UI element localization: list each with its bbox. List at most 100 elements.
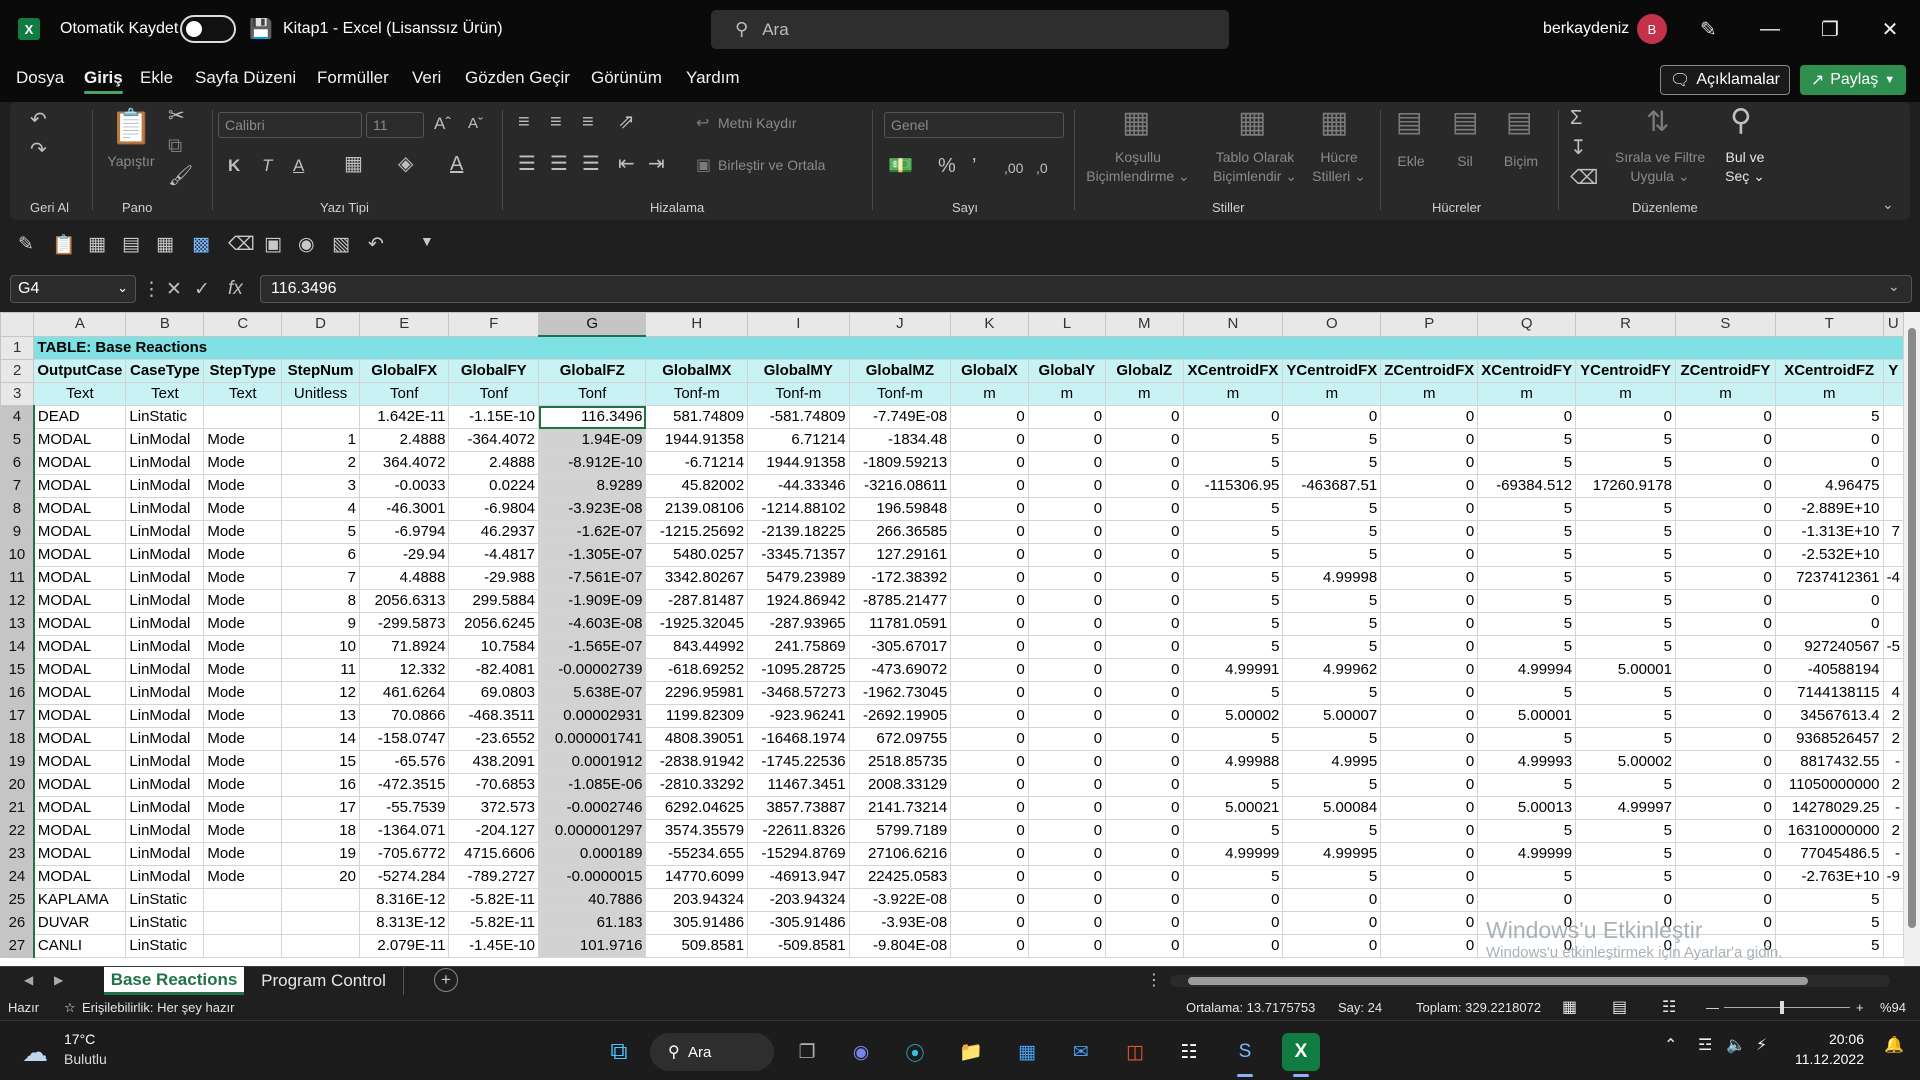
taskbar-search[interactable]: ⚲ Ara	[650, 1033, 774, 1071]
header-cell[interactable]: StepType	[203, 359, 283, 383]
cell[interactable]: -287.93965	[747, 612, 850, 636]
cell[interactable]: 12	[281, 681, 360, 705]
cell[interactable]: -5274.284	[358, 865, 450, 889]
cell[interactable]: 0	[1027, 796, 1107, 820]
cell[interactable]: 2	[1882, 773, 1904, 797]
cell[interactable]: LinModal	[125, 773, 205, 797]
cell[interactable]: 5	[1575, 497, 1676, 521]
cell[interactable]: 0	[1380, 911, 1479, 935]
column-header-k[interactable]: K	[950, 312, 1029, 337]
zoom-in-icon[interactable]: +	[1856, 1000, 1864, 1015]
cell[interactable]: 0	[1675, 405, 1776, 429]
cell[interactable]: 0	[950, 497, 1029, 521]
cell[interactable]: MODAL	[33, 773, 127, 797]
cell[interactable]: 5	[1477, 451, 1577, 475]
cell[interactable]: 0	[1027, 911, 1107, 935]
add-sheet-icon[interactable]: +	[434, 968, 458, 992]
unit-cell[interactable]: Tonf-m	[645, 382, 749, 406]
cell[interactable]: 0	[1675, 635, 1776, 659]
cell[interactable]	[281, 934, 360, 958]
align-left-icon[interactable]: ☰	[518, 154, 536, 174]
cell[interactable]: 0	[1027, 520, 1107, 544]
row-header[interactable]: 17	[0, 704, 35, 728]
cell[interactable]: 5	[1477, 773, 1577, 797]
insert-cells-icon[interactable]: ▤	[1396, 108, 1422, 136]
cell[interactable]: 5480.0257	[645, 543, 749, 567]
cell[interactable]: -	[1882, 842, 1904, 866]
cell[interactable]: 5	[1575, 520, 1676, 544]
cell[interactable]: 0.000189	[538, 842, 647, 866]
cell[interactable]: 5	[1282, 865, 1382, 889]
cell[interactable]: 0	[1027, 635, 1107, 659]
cell[interactable]: Mode	[203, 635, 283, 659]
cell[interactable]: -2139.18225	[747, 520, 850, 544]
cell[interactable]: 5	[1477, 727, 1577, 751]
cell[interactable]: 14770.6099	[645, 865, 749, 889]
align-center-icon[interactable]: ☰	[550, 154, 568, 174]
row-header[interactable]: 2	[0, 359, 35, 383]
cell[interactable]: -82.4081	[448, 658, 540, 682]
cell[interactable]: -55234.655	[645, 842, 749, 866]
cell[interactable]: 5	[1477, 543, 1577, 567]
cell[interactable]: 2056.6245	[448, 612, 540, 636]
cell[interactable]: -70.6853	[448, 773, 540, 797]
status-average[interactable]: Ortalama: 13.7175753	[1186, 1000, 1315, 1015]
menu-page-layout[interactable]: Sayfa Düzeni	[195, 68, 296, 88]
font-size-dropdown[interactable]: 11	[366, 112, 424, 138]
sort-filter-icon[interactable]: ⇅	[1646, 108, 1669, 136]
cell[interactable]: LinModal	[125, 428, 205, 452]
cell[interactable]: -0.0002746	[538, 796, 647, 820]
cell[interactable]: 0	[1675, 612, 1776, 636]
cell[interactable]: 0	[1282, 888, 1382, 912]
share-button[interactable]: ↗ Paylaş ▼	[1800, 65, 1906, 95]
header-cell[interactable]: GlobalMX	[645, 359, 749, 383]
cell[interactable]: 5	[281, 520, 360, 544]
sort-filter-label[interactable]: Sırala ve Filtre Uygula ⌄	[1610, 148, 1710, 186]
cell[interactable]: MODAL	[33, 428, 127, 452]
cell[interactable]: -618.69252	[645, 658, 749, 682]
cell[interactable]: 0	[1027, 428, 1107, 452]
cell[interactable]: LinStatic	[125, 934, 205, 958]
underline-icon[interactable]: A	[293, 156, 304, 176]
header-cell[interactable]: CaseType	[125, 359, 205, 383]
cell[interactable]: 2	[1882, 819, 1904, 843]
cell[interactable]: 17260.9178	[1575, 474, 1676, 498]
row-header[interactable]: 27	[0, 934, 35, 958]
cell[interactable]: 0	[1105, 819, 1184, 843]
cell[interactable]: 5.00001	[1575, 658, 1676, 682]
column-header-o[interactable]: O	[1282, 312, 1382, 337]
cell[interactable]: 299.5884	[448, 589, 540, 613]
cell[interactable]: 5	[1575, 865, 1676, 889]
cell[interactable]: -23.6552	[448, 727, 540, 751]
format-cells-label[interactable]: Biçim	[1496, 152, 1546, 171]
header-cell[interactable]: GlobalFX	[358, 359, 450, 383]
cell[interactable]: 3	[281, 474, 360, 498]
cell[interactable]: 5	[1282, 543, 1382, 567]
cell[interactable]: 69.0803	[448, 681, 540, 705]
cell[interactable]: 0	[1675, 704, 1776, 728]
cell[interactable]: 0	[1182, 934, 1284, 958]
cell[interactable]: 1944.91358	[747, 451, 850, 475]
cell[interactable]: 5	[1182, 681, 1284, 705]
paste-special-icon[interactable]: 📋	[52, 233, 76, 257]
table-title-cell[interactable]: TABLE: Base Reactions	[33, 335, 1904, 360]
pen-icon[interactable]: ✎	[1700, 0, 1717, 58]
cell[interactable]: 5	[1774, 888, 1884, 912]
cell[interactable]: 0.0224	[448, 474, 540, 498]
cell[interactable]: 4715.6606	[448, 842, 540, 866]
row-header[interactable]: 18	[0, 727, 35, 751]
row-header[interactable]: 6	[0, 451, 35, 475]
cell[interactable]: KAPLAMA	[33, 888, 127, 912]
cell[interactable]: -3468.57273	[747, 681, 850, 705]
cell[interactable]: -1095.28725	[747, 658, 850, 682]
cell[interactable]: 0	[1675, 727, 1776, 751]
cell[interactable]: 2008.33129	[848, 773, 952, 797]
cell[interactable]: 0	[1675, 658, 1776, 682]
cell[interactable]: 5	[1477, 566, 1577, 590]
percent-icon[interactable]: %	[938, 156, 956, 176]
cell[interactable]: MODAL	[33, 612, 127, 636]
cell[interactable]: 0	[1774, 428, 1884, 452]
cell[interactable]: Mode	[203, 566, 283, 590]
cell[interactable]: 5	[1182, 727, 1284, 751]
row-header[interactable]: 5	[0, 428, 35, 452]
